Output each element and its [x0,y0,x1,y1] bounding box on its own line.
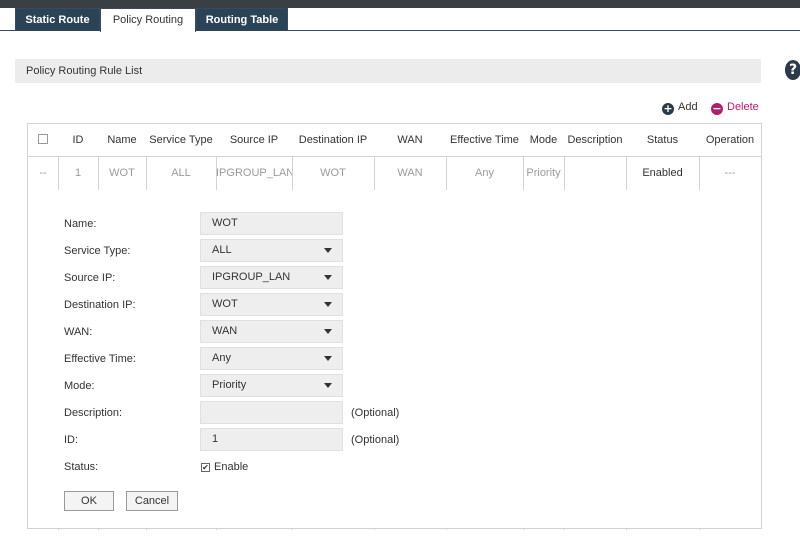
tab-static-route[interactable]: Static Route [15,8,100,31]
delete-label: Delete [727,101,759,113]
mode-value: Priority [212,379,247,391]
enable-checkbox-label[interactable]: Enable [214,457,248,477]
mode-select[interactable]: Priority [200,374,343,397]
description-field[interactable] [200,401,343,424]
enable-checkbox[interactable]: ✔ [201,463,210,472]
cell-description [564,157,626,190]
cell-id: 1 [74,167,82,179]
source-ip-label: Source IP: [64,272,116,284]
add-button[interactable]: + Add [662,100,698,115]
cancel-button[interactable]: Cancel [126,491,178,511]
header-description: Description [567,134,623,146]
header-wan: WAN [397,134,423,146]
header-destination-ip: Destination IP [298,134,368,146]
source-ip-value: IPGROUP_LAN [212,271,291,283]
destination-ip-label: Destination IP: [64,299,136,311]
cell-wan: WAN [397,167,423,179]
tab-routing-table[interactable]: Routing Table [196,8,288,31]
id-optional-hint: (Optional) [351,434,400,446]
dropdown-arrow-icon [324,329,332,334]
ok-button[interactable]: OK [64,491,114,511]
plus-circle-icon: + [662,102,674,115]
table-row[interactable]: -- 1 WOT ALL IPGROUP_LAN WOT WAN Any Pri… [28,157,761,190]
status-label: Status: [64,461,99,473]
dropdown-arrow-icon [324,302,332,307]
header-service-type: Service Type [149,134,213,146]
description-optional-hint: (Optional) [351,407,400,419]
effective-time-value: Any [212,352,231,364]
cell-mode: Priority [526,167,561,179]
table-header: ID Name Service Type Source IP Destinati… [28,124,761,157]
tab-bar: Static Route Policy Routing Routing Tabl… [0,8,800,32]
header-status: Status [646,134,679,146]
destination-ip-select[interactable]: WOT [200,293,343,316]
destination-ip-value: WOT [212,298,238,310]
cell-source-ip: IPGROUP_LAN [216,167,292,179]
cell-status: Enabled [642,167,683,179]
section-title: Policy Routing Rule List [15,59,761,83]
cell-operation: --- [724,167,736,179]
header-operation: Operation [705,134,755,146]
cell-name: WOT [109,167,135,179]
cell-destination-ip: WOT [320,167,346,179]
effective-time-label: Effective Time: [64,353,136,365]
source-ip-select[interactable]: IPGROUP_LAN [200,266,343,289]
id-label: ID: [64,434,79,446]
mode-label: Mode: [64,380,95,392]
help-icon[interactable]: ? [785,60,800,80]
tab-policy-routing[interactable]: Policy Routing [100,8,196,32]
wan-select[interactable]: WAN [200,320,343,343]
minus-circle-icon: − [711,102,723,115]
dropdown-arrow-icon [324,383,332,388]
wan-value: WAN [212,325,238,337]
name-label: Name: [64,218,97,230]
dropdown-arrow-icon [324,356,332,361]
select-all-checkbox[interactable] [28,124,58,157]
service-type-value: ALL [212,244,232,256]
name-field[interactable]: WOT [200,212,343,235]
dropdown-arrow-icon [324,248,332,253]
description-label: Description: [64,407,123,419]
header-mode: Mode [529,134,558,146]
delete-button[interactable]: − Delete [711,100,759,115]
add-label: Add [678,101,698,113]
service-type-select[interactable]: ALL [200,239,343,262]
row-select: -- [39,167,47,179]
edit-panel [28,190,761,528]
cell-effective-time: Any [475,167,494,179]
wan-label: WAN: [64,326,93,338]
cell-service-type: ALL [171,167,191,179]
dropdown-arrow-icon [324,275,332,280]
header-name: Name [107,134,137,146]
top-bar [0,0,800,8]
header-id: ID [72,134,84,146]
header-effective-time: Effective Time [450,134,519,146]
effective-time-select[interactable]: Any [200,347,343,370]
service-type-label: Service Type: [64,245,131,257]
id-field[interactable]: 1 [200,428,343,451]
header-source-ip: Source IP [229,134,279,146]
